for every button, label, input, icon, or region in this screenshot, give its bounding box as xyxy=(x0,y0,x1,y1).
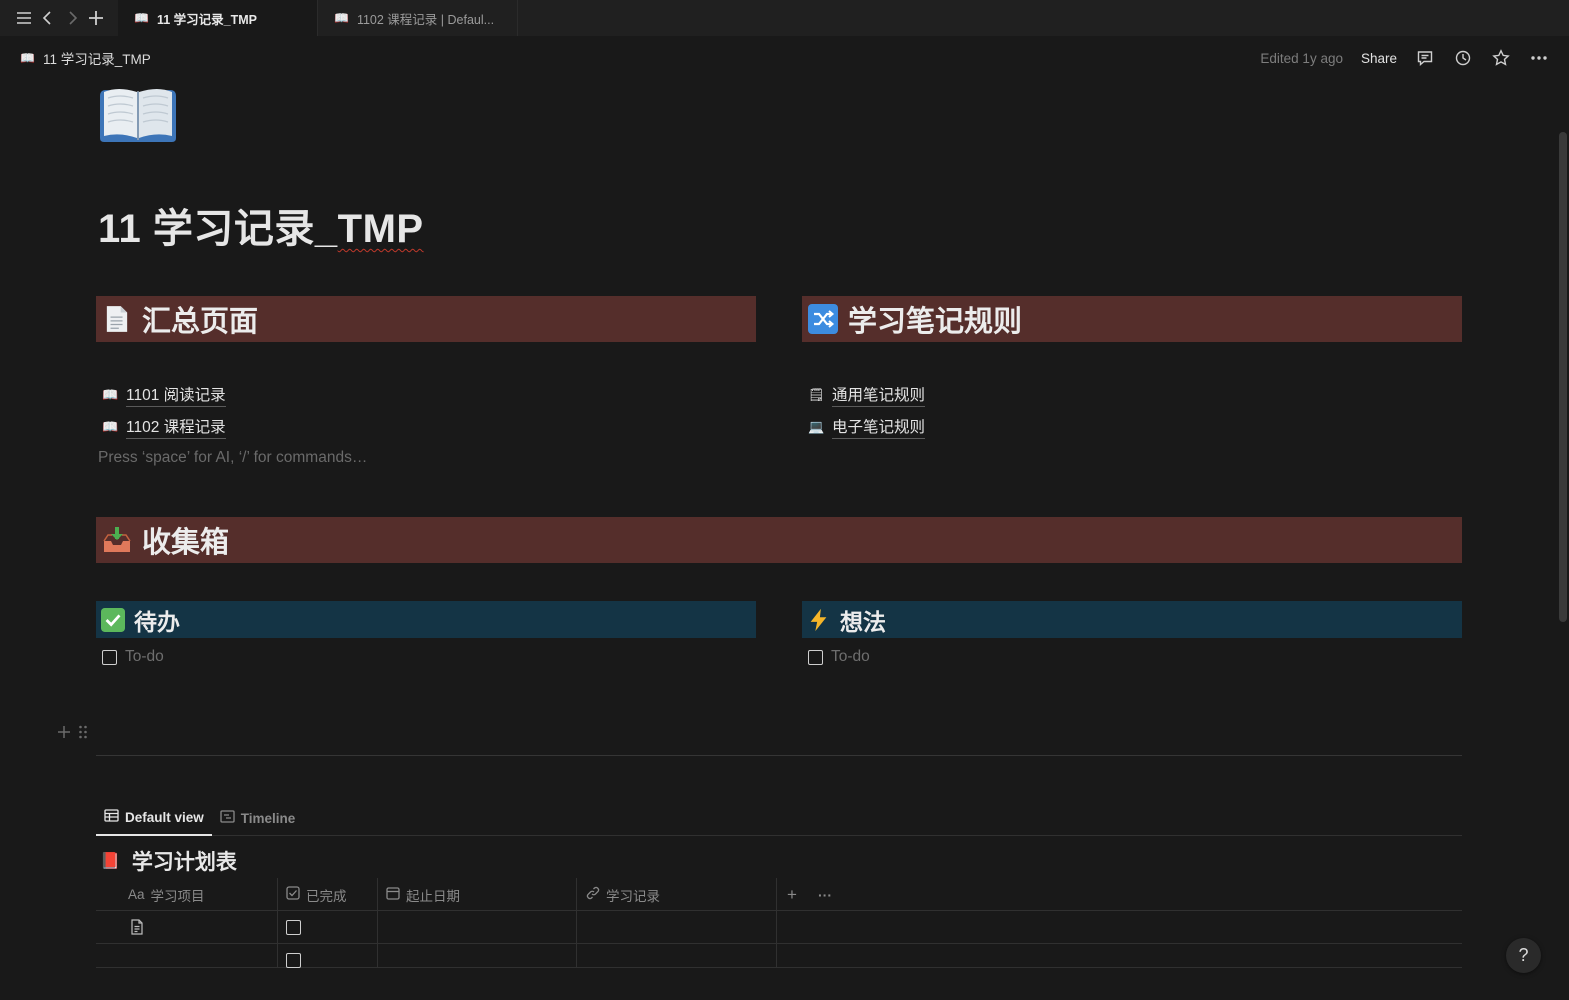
book-icon: 📖 xyxy=(102,387,119,402)
link-label: 电子笔记规则 xyxy=(832,415,926,439)
scrollbar[interactable] xyxy=(1557,80,1569,1000)
column-done[interactable]: 已完成 xyxy=(286,878,347,911)
drag-handle-icon[interactable] xyxy=(78,724,88,745)
shuffle-icon xyxy=(808,304,838,334)
add-column-button[interactable]: + xyxy=(787,878,797,911)
text-property-icon: Aa xyxy=(128,887,145,902)
tab-strip: 📖 11 学习记录_TMP 📖 1102 课程记录 | Defaul... xyxy=(0,0,1569,36)
todo-checkbox[interactable] xyxy=(102,649,117,665)
inbox-heading-label: 收集箱 xyxy=(142,527,230,559)
todo-heading[interactable]: 待办 xyxy=(96,601,756,638)
scroll-thumb[interactable] xyxy=(1559,132,1567,622)
more-icon[interactable] xyxy=(1529,48,1549,68)
table-icon xyxy=(104,808,119,826)
column-label: 学习项目 xyxy=(150,888,205,904)
check-mark-icon xyxy=(100,607,126,633)
back-icon[interactable] xyxy=(36,6,60,30)
book-icon: 📖 xyxy=(20,51,35,65)
rules-heading[interactable]: 学习笔记规则 xyxy=(802,296,1462,342)
laptop-icon: 💻 xyxy=(808,419,825,434)
idea-item[interactable]: To-do xyxy=(808,648,870,666)
tab-default-view[interactable]: Default view xyxy=(96,800,212,836)
page-book-icon[interactable] xyxy=(96,82,180,148)
database-view-tabs: Default view Timeline xyxy=(96,800,1462,836)
todo-item[interactable]: To-do xyxy=(102,648,164,666)
tab-current-page[interactable]: 📖 11 学习记录_TMP xyxy=(118,0,318,36)
column-study-record[interactable]: 学习记录 xyxy=(586,878,660,911)
summary-heading[interactable]: 汇总页面 xyxy=(96,296,756,342)
column-label: 起止日期 xyxy=(406,888,460,904)
column-options-button[interactable]: ··· xyxy=(818,878,832,911)
calendar-icon xyxy=(386,886,400,903)
link-general-note-rules[interactable]: 🗒 通用笔记规则 xyxy=(808,383,926,407)
todo-placeholder: To-do xyxy=(125,648,164,665)
block-gutter xyxy=(56,724,88,745)
share-button[interactable]: Share xyxy=(1361,51,1397,66)
inbox-heading[interactable]: 收集箱 xyxy=(96,517,1462,563)
tab-label: 1102 课程记录 | Defaul... xyxy=(356,12,495,27)
link-label: 1101 阅读记录 xyxy=(126,383,226,407)
help-button[interactable]: ? xyxy=(1506,938,1541,973)
book-icon: 📖 xyxy=(134,11,149,25)
table-header: Aa 学习项目 已完成 起止日期 学习记录 + ··· xyxy=(96,878,1462,911)
view-label: Default view xyxy=(125,809,204,825)
page-title[interactable]: 11 学习记录_TMP xyxy=(98,196,424,254)
tab-timeline[interactable]: Timeline xyxy=(212,800,304,836)
comment-icon[interactable] xyxy=(1415,48,1435,68)
breadcrumb[interactable]: 📖 11 学习记录_TMP xyxy=(20,48,151,68)
link-icon xyxy=(586,886,600,903)
closed-book-icon: 📕 xyxy=(100,853,120,870)
database-title[interactable]: 📕 学习计划表 xyxy=(100,846,237,876)
link-reading-record[interactable]: 📖 1101 阅读记录 xyxy=(102,383,226,407)
notepad-icon: 🗒 xyxy=(808,387,825,402)
book-icon: 📖 xyxy=(334,11,349,25)
document-icon[interactable] xyxy=(129,919,145,935)
row-done-checkbox[interactable] xyxy=(286,920,301,935)
lightning-icon xyxy=(806,607,832,633)
checkbox-icon xyxy=(286,886,300,903)
breadcrumb-label: 11 学习记录_TMP xyxy=(42,52,151,67)
star-icon[interactable] xyxy=(1491,48,1511,68)
link-course-record[interactable]: 📖 1102 课程记录 xyxy=(102,415,226,439)
timeline-icon xyxy=(220,809,235,827)
table-row[interactable] xyxy=(96,944,1462,968)
tab-label: 11 学习记录_TMP xyxy=(156,12,257,27)
ideas-heading-label: 想法 xyxy=(840,608,886,635)
page-facing-up-icon xyxy=(102,304,132,334)
empty-block-placeholder[interactable]: Press ‘space’ for AI, ‘/’ for commands… xyxy=(98,449,367,467)
rules-heading-label: 学习笔记规则 xyxy=(848,306,1023,338)
todo-placeholder: To-do xyxy=(831,648,870,665)
page-title-suffix: TMP xyxy=(337,207,424,251)
ideas-heading[interactable]: 想法 xyxy=(802,601,1462,638)
summary-heading-label: 汇总页面 xyxy=(142,306,259,338)
todo-checkbox[interactable] xyxy=(808,649,823,665)
column-label: 学习记录 xyxy=(606,888,660,904)
link-label: 通用笔记规则 xyxy=(832,383,926,407)
link-digital-note-rules[interactable]: 💻 电子笔记规则 xyxy=(808,415,926,439)
add-block-icon[interactable] xyxy=(56,724,72,745)
page-title-prefix: 11 学习记录_ xyxy=(98,207,338,251)
page-topbar: 📖 11 学习记录_TMP Edited 1y ago Share xyxy=(0,36,1569,80)
row-done-checkbox[interactable] xyxy=(286,953,301,968)
divider xyxy=(96,755,1462,756)
inbox-tray-icon xyxy=(102,525,132,555)
column-date-range[interactable]: 起止日期 xyxy=(386,878,460,911)
book-icon: 📖 xyxy=(102,419,119,434)
history-icon[interactable] xyxy=(1453,48,1473,68)
new-tab-icon[interactable] xyxy=(84,6,108,30)
edited-timestamp: Edited 1y ago xyxy=(1260,50,1343,66)
column-label: 已完成 xyxy=(306,888,347,904)
tab-course-record[interactable]: 📖 1102 课程记录 | Defaul... xyxy=(318,0,518,36)
forward-icon[interactable] xyxy=(60,6,84,30)
view-label: Timeline xyxy=(240,810,296,826)
column-study-item[interactable]: Aa 学习项目 xyxy=(128,878,205,911)
table-row[interactable] xyxy=(96,911,1462,944)
link-label: 1102 课程记录 xyxy=(126,415,226,439)
database-title-label: 学习计划表 xyxy=(131,851,237,874)
menu-icon[interactable] xyxy=(12,6,36,30)
todo-heading-label: 待办 xyxy=(134,608,180,635)
